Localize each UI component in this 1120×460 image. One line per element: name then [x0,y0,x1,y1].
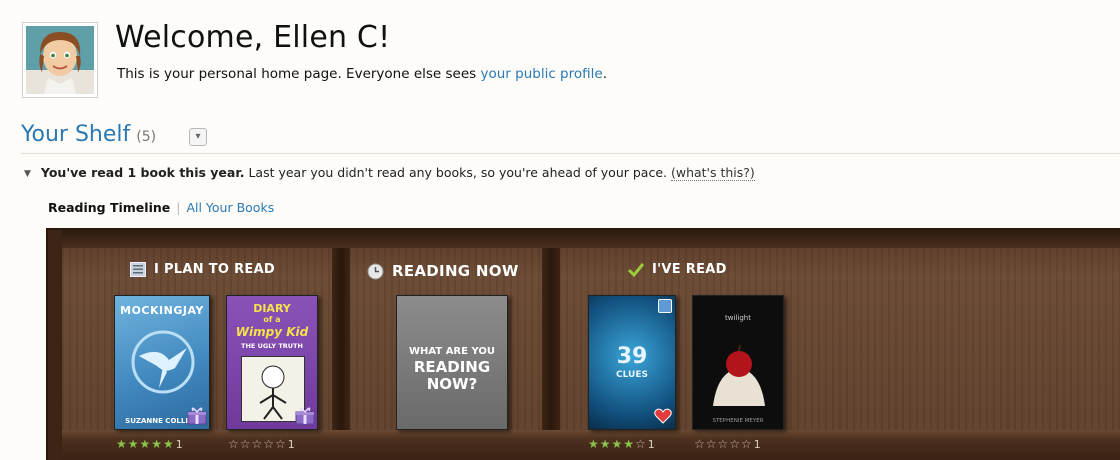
star-icon[interactable]: ☆☆☆☆☆ [694,437,753,451]
book-author: STEPHENIE MEYER [712,418,764,424]
star-icon[interactable]: ☆☆☆☆☆ [228,437,287,451]
section-plan-label: I PLAN TO READ [154,262,276,277]
welcome-subtitle: This is your personal home page. Everyon… [117,66,607,82]
book-diary-of-a-wimpy-kid[interactable]: DIARY of a Wimpy Kid THE UGLY TRUTH [226,295,318,430]
book-subtitle: THE UGLY TRUTH [241,342,303,350]
section-ive-read: I'VE READ [628,262,727,277]
placeholder-line1: WHAT ARE YOU [409,346,495,357]
book-title: MOCKINGJAY [120,304,204,317]
subtitle-text: This is your personal home page. Everyon… [117,66,481,82]
rating-mockingjay[interactable]: ★★★★★1 [116,437,184,451]
book-subtitle: CLUES [616,370,648,380]
shelf-heading: Your Shelf (5) [21,122,156,147]
apple-hands-icon [713,344,765,406]
section-read-label: I'VE READ [652,262,727,277]
rating-twilight[interactable]: ☆☆☆☆☆1 [694,437,762,451]
tab-reading-timeline[interactable]: Reading Timeline [48,200,170,215]
rating-wimpy-kid[interactable]: ☆☆☆☆☆1 [228,437,296,451]
tab-all-your-books[interactable]: All Your Books [186,200,274,215]
book-title: twilight [725,314,751,322]
gift-icon[interactable] [187,405,207,425]
user-avatar[interactable] [22,22,98,98]
reading-now-placeholder[interactable]: WHAT ARE YOU READING NOW? [396,295,508,430]
rating-count: 1 [287,438,296,451]
reading-pace: ▼ You've read 1 book this year. Last year… [24,165,755,181]
book-title-line1: DIARY [253,302,291,315]
book-title-line3: Wimpy Kid [235,325,309,339]
checkmark-icon [628,262,644,277]
heart-icon[interactable] [654,408,672,424]
placeholder-line2: READING [413,358,491,376]
star-icon[interactable]: ★★★★ [588,437,635,451]
book-twilight[interactable]: twilight STEPHENIE MEYER [692,295,784,430]
chevron-down-icon: ▾ [195,131,201,142]
rating-count: 1 [175,438,184,451]
bookshelf: I PLAN TO READ READING NOW I'VE READ MOC… [46,228,1120,460]
section-plan-to-read: I PLAN TO READ [130,262,275,277]
book-mockingjay[interactable]: MOCKINGJAY SUZANNE COLLINS [114,295,210,430]
public-profile-link[interactable]: your public profile [481,66,603,82]
shelf-view-nav: Reading Timeline | All Your Books [48,200,274,215]
whats-this-link[interactable]: (what's this?) [670,165,755,181]
mockingjay-emblem-icon [131,330,195,394]
page-title: Welcome, Ellen C! [115,20,391,55]
gift-icon[interactable] [295,405,315,425]
shelf-top-lip [62,230,1120,248]
list-icon [130,262,146,277]
bookshelf-back: I PLAN TO READ READING NOW I'VE READ MOC… [62,230,1120,460]
shelf-count: (5) [136,129,157,145]
shelf-divider [542,248,560,438]
section-reading-now: READING NOW [367,262,519,280]
subtitle-period: . [602,66,607,82]
book-title: 39 [616,344,648,369]
clock-icon [367,263,384,280]
star-icon[interactable]: ★★★★★ [116,437,175,451]
book-title-line2: of a [263,315,281,324]
section-reading-label: READING NOW [392,262,519,280]
star-icon[interactable]: ☆ [635,437,647,451]
pace-summary: You've read 1 book this year. [40,165,245,180]
heading-divider [21,153,1120,154]
book-39-clues[interactable]: 39 CLUES [588,295,676,430]
shelf-menu-dropdown-button[interactable]: ▾ [189,128,207,146]
placeholder-line3: NOW? [426,375,478,393]
shelf-title: Your Shelf [21,122,131,147]
rating-39-clues[interactable]: ★★★★☆1 [588,437,656,451]
avatar-illustration [26,26,94,94]
book-info-badge-icon[interactable] [658,299,672,313]
rating-count: 1 [647,438,656,451]
collapse-triangle-icon[interactable]: ▼ [24,169,31,179]
shelf-divider [332,248,350,438]
rating-count: 1 [753,438,762,451]
nav-separator: | [176,200,181,215]
pace-detail: Last year you didn't read any books, so … [244,165,671,180]
